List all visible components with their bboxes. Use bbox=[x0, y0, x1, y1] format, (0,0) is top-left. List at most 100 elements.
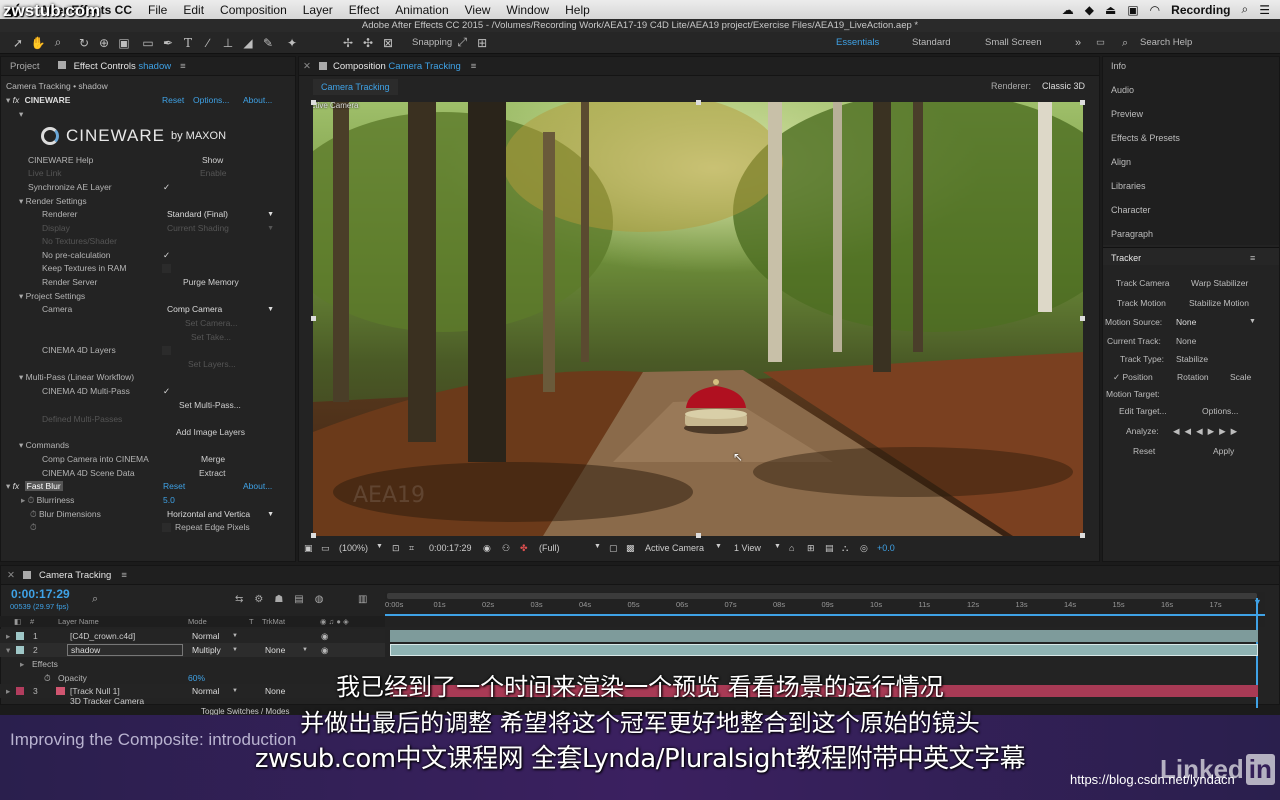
fast-previews-icon[interactable]: ⊞ bbox=[807, 543, 815, 554]
type-tool-icon[interactable]: T bbox=[178, 33, 198, 53]
sync-settings-icon[interactable]: ▭ bbox=[1096, 32, 1105, 54]
transparency-grid-icon[interactable]: ▩ bbox=[626, 543, 635, 554]
hand-tool-icon[interactable]: ✋ bbox=[28, 33, 48, 53]
eject-icon[interactable]: ⏏ bbox=[1105, 3, 1116, 17]
layer-name[interactable]: shadow bbox=[67, 644, 183, 656]
panel-menu-icon[interactable]: ≡ bbox=[471, 61, 477, 72]
rectangle-tool-icon[interactable]: ▭ bbox=[138, 33, 158, 53]
scale-checkbox[interactable]: Scale bbox=[1230, 372, 1251, 382]
camera-snapshot-icon[interactable]: ◉ bbox=[483, 543, 491, 554]
view-dropdown[interactable]: Active Camera bbox=[645, 543, 704, 553]
render-settings-group[interactable]: ▾ Render Settings bbox=[19, 195, 87, 208]
purge-memory-button[interactable]: Purge Memory bbox=[183, 276, 239, 289]
flowchart-icon[interactable]: ⛬ bbox=[842, 543, 848, 554]
camera-tool-icon[interactable]: ⊕ bbox=[94, 33, 114, 53]
composition-tab-name[interactable]: Camera Tracking bbox=[388, 61, 460, 72]
panel-libraries[interactable]: Libraries bbox=[1111, 181, 1146, 191]
panel-close-icon[interactable]: ✕ bbox=[303, 61, 311, 72]
channel-icon[interactable]: ✤ bbox=[520, 543, 528, 554]
show-snapshot-icon[interactable]: ⚇ bbox=[502, 543, 510, 554]
mode-header[interactable]: Mode bbox=[188, 617, 207, 626]
renderer-dropdown[interactable]: Standard (Final) ▼ bbox=[167, 208, 274, 221]
menu-file[interactable]: File bbox=[140, 3, 175, 17]
brush-tool-icon[interactable]: ∕ bbox=[198, 33, 218, 53]
tab-effect-controls[interactable]: Effect Controls shadow bbox=[49, 60, 181, 72]
cineware-effect-header[interactable]: ▾ fx CINEWARE Reset Options... About... bbox=[6, 94, 296, 107]
blend-mode-dropdown[interactable]: Normal bbox=[192, 629, 219, 643]
rotate-tool-icon[interactable]: ↻ bbox=[74, 33, 94, 53]
commands-group[interactable]: ▾ Commands bbox=[19, 439, 69, 452]
fast-blur-effect-header[interactable]: ▾ fx Fast Blur Reset About... bbox=[6, 480, 296, 493]
zoom-tool-icon[interactable]: ⌕ bbox=[48, 33, 68, 53]
menu-view[interactable]: View bbox=[457, 3, 499, 17]
cineware-options[interactable]: Options... bbox=[193, 94, 229, 107]
panel-menu-icon[interactable]: ≡ bbox=[121, 570, 127, 581]
composition-viewer[interactable]: AEA19 Active Camera ↖ bbox=[313, 102, 1083, 536]
pen-tool-icon[interactable]: ✒ bbox=[158, 33, 178, 53]
timeline-switches-icons[interactable]: ⇆⚙☗▤◍ bbox=[235, 594, 334, 605]
selection-handle[interactable] bbox=[696, 100, 701, 105]
menu-window[interactable]: Window bbox=[498, 3, 557, 17]
fast-blur-about[interactable]: About... bbox=[243, 480, 272, 493]
region-of-interest-icon[interactable]: ▢ bbox=[609, 543, 618, 554]
exposure-reset-icon[interactable]: ◎ bbox=[860, 543, 868, 554]
selection-handle[interactable] bbox=[1080, 533, 1085, 538]
selection-handle[interactable] bbox=[1080, 100, 1085, 105]
time-ruler[interactable]: 0:00s 01s 02s 03s 04s 05s 06s 07s 08s 09s 10s 11s 12… bbox=[385, 592, 1265, 627]
local-axis-icon[interactable]: ✢ bbox=[338, 33, 358, 53]
cineware-reset[interactable]: Reset bbox=[162, 94, 184, 107]
layer-row-2[interactable]: ▾ 2 shadow Multiply ▼ None ▼ ◉ bbox=[0, 643, 385, 657]
no-precalc-checkbox[interactable]: ✓ bbox=[163, 249, 170, 262]
lock-icon[interactable] bbox=[318, 62, 327, 70]
timeline-current-time[interactable]: 0:00:17:29 bbox=[11, 587, 70, 601]
panel-audio[interactable]: Audio bbox=[1111, 85, 1134, 95]
visibility-eye-icon[interactable]: ◉ bbox=[321, 643, 328, 657]
work-area-range[interactable] bbox=[385, 614, 1265, 616]
notifications-icon[interactable]: ☰ bbox=[1259, 3, 1270, 17]
display-dropdown[interactable]: Current Shading ▼ bbox=[167, 222, 274, 235]
snapping-label[interactable]: Snapping bbox=[412, 37, 452, 48]
trkmat-header[interactable]: TrkMat bbox=[262, 617, 285, 626]
c4d-multipass-checkbox[interactable]: ✓ bbox=[163, 385, 170, 398]
track-camera-button[interactable]: Track Camera bbox=[1116, 278, 1170, 288]
rotation-checkbox[interactable]: Rotation bbox=[1177, 372, 1209, 382]
panel-close-icon[interactable]: ✕ bbox=[7, 570, 15, 581]
extract-button[interactable]: Extract bbox=[199, 467, 225, 480]
live-link-enable-button[interactable]: Enable bbox=[200, 167, 226, 180]
add-image-layers-button[interactable]: Add Image Layers bbox=[176, 426, 245, 439]
renderer-value[interactable]: Classic 3D bbox=[1042, 81, 1085, 91]
panel-preview[interactable]: Preview bbox=[1111, 109, 1143, 119]
work-area-bar[interactable] bbox=[387, 593, 1257, 599]
track-motion-button[interactable]: Track Motion bbox=[1117, 298, 1166, 308]
snap-options-icon[interactable]: ⊞ bbox=[472, 33, 492, 53]
world-axis-icon[interactable]: ✣ bbox=[358, 33, 378, 53]
region-icon[interactable]: ⊡ bbox=[392, 543, 400, 554]
multipass-group[interactable]: ▾ Multi-Pass (Linear Workflow) bbox=[19, 371, 134, 384]
panel-align[interactable]: Align bbox=[1111, 157, 1131, 167]
toggle-pixel-aspect-icon[interactable]: ⌂ bbox=[789, 543, 794, 553]
selection-handle[interactable] bbox=[311, 100, 316, 105]
set-take-button[interactable]: Set Take... bbox=[191, 331, 231, 344]
comp-subtab-camera-tracking[interactable]: Camera Tracking bbox=[313, 79, 398, 95]
workspace-standard[interactable]: Standard bbox=[912, 32, 951, 54]
resolution-dropdown[interactable]: (Full) bbox=[539, 543, 560, 553]
layer-bar-1[interactable] bbox=[390, 630, 1258, 642]
selection-handle[interactable] bbox=[311, 533, 316, 538]
tracker-reset-button[interactable]: Reset bbox=[1133, 446, 1155, 456]
workspace-essentials[interactable]: Essentials bbox=[836, 32, 879, 54]
selection-handle[interactable] bbox=[696, 533, 701, 538]
blur-dimensions-dropdown[interactable]: Horizontal and Vertica ▼ bbox=[167, 508, 274, 521]
fx-icon[interactable]: fx bbox=[13, 95, 20, 105]
selection-tool-icon[interactable]: ➚ bbox=[8, 33, 28, 53]
merge-button[interactable]: Merge bbox=[201, 453, 225, 466]
menu-composition[interactable]: Composition bbox=[212, 3, 295, 17]
trkmat-dropdown[interactable]: None bbox=[265, 643, 285, 657]
monitor-icon[interactable]: ▭ bbox=[321, 543, 330, 554]
roto-brush-tool-icon[interactable]: ✎ bbox=[258, 33, 278, 53]
sync-ae-layer-checkbox[interactable]: ✓ bbox=[163, 181, 170, 194]
panel-paragraph[interactable]: Paragraph bbox=[1111, 229, 1153, 239]
blend-mode-dropdown[interactable]: Multiply bbox=[192, 643, 221, 657]
label-color[interactable] bbox=[16, 632, 24, 640]
creative-cloud-icon[interactable]: ☁ bbox=[1062, 3, 1074, 17]
selection-handle[interactable] bbox=[1080, 316, 1085, 321]
